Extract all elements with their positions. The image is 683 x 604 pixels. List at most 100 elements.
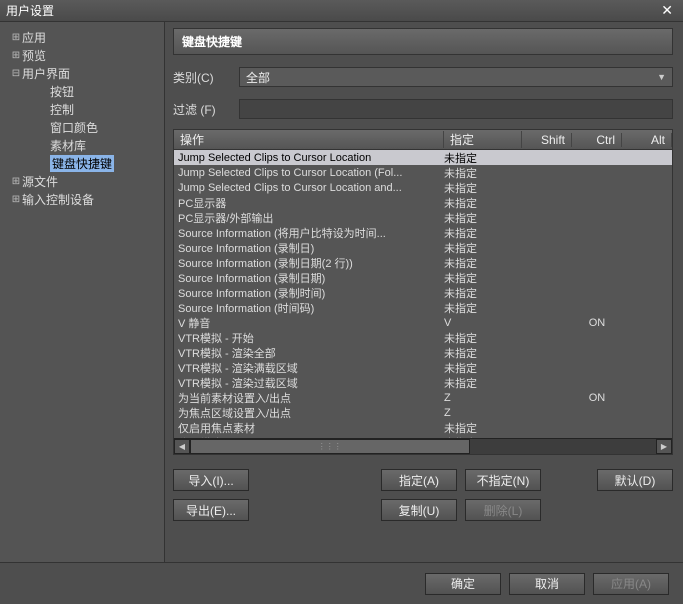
table-row[interactable]: VTR模拟 - 渲染全部未指定 (174, 345, 672, 360)
cell-operation: VTR模拟 - 渲染全部 (178, 345, 444, 361)
ok-button[interactable]: 确定 (425, 573, 501, 595)
cell-assign: 未指定 (444, 360, 522, 376)
cell-operation: Source Information (录制日期(2 行)) (178, 255, 444, 271)
cell-assign: 未指定 (444, 150, 522, 166)
table-row[interactable]: 为当前素材设置入/出点Z ON (174, 390, 672, 405)
th-operation[interactable]: 操作 (174, 131, 444, 148)
th-ctrl[interactable]: Ctrl (572, 133, 622, 147)
tree-item[interactable]: ⊟用户界面 (6, 64, 164, 82)
table-row[interactable]: Source Information (将用户比特设为时间...未指定 (174, 225, 672, 240)
scroll-right-icon[interactable]: ▶ (656, 439, 672, 454)
cell-assign: 未指定 (444, 225, 522, 241)
cell-operation: VTR模拟 - 渲染满载区域 (178, 360, 444, 376)
cell-assign: 未指定 (444, 165, 522, 181)
import-button[interactable]: 导入(I)... (173, 469, 249, 491)
table-row[interactable]: 仅启用焦点素材未指定 (174, 420, 672, 435)
tree-item[interactable]: ⊞预览 (6, 46, 164, 64)
cell-assign: Z (444, 407, 522, 419)
expand-icon[interactable]: ⊞ (10, 50, 22, 61)
category-dropdown[interactable]: 全部 ▼ (239, 67, 673, 87)
table-row[interactable]: Jump Selected Clips to Cursor Location a… (174, 180, 672, 195)
cell-assign: 未指定 (444, 300, 522, 316)
tree-item-label: 按钮 (50, 83, 74, 100)
delete-button: 删除(L) (465, 499, 541, 521)
tree-item[interactable]: 素材库 (6, 136, 164, 154)
table-row[interactable]: VTR模拟 - 渲染过载区域未指定 (174, 375, 672, 390)
cell-operation: 为当前素材设置入/出点 (178, 390, 444, 406)
cell-assign: 未指定 (444, 330, 522, 346)
tree-item[interactable]: ⊞源文件 (6, 172, 164, 190)
scroll-left-icon[interactable]: ◀ (174, 439, 190, 454)
horizontal-scrollbar[interactable]: ◀ ⋮⋮⋮ ▶ (174, 438, 672, 454)
tree-item-label: 应用 (22, 29, 46, 46)
cell-operation: Source Information (录制日期) (178, 270, 444, 286)
apply-button: 应用(A) (593, 573, 669, 595)
tree-item[interactable]: 按钮 (6, 82, 164, 100)
cell-assign: 未指定 (444, 180, 522, 196)
expand-icon[interactable]: ⊟ (10, 68, 22, 79)
scroll-thumb[interactable]: ⋮⋮⋮ (190, 439, 470, 454)
tree-item-label: 预览 (22, 47, 46, 64)
table-body[interactable]: Jump Selected Clips to Cursor Location未指… (174, 150, 672, 438)
tree-item[interactable]: ⊞应用 (6, 28, 164, 46)
cell-ctrl: ON (572, 317, 622, 329)
assign-button[interactable]: 指定(A) (381, 469, 457, 491)
table-row[interactable]: Source Information (录制时间)未指定 (174, 285, 672, 300)
table-row[interactable]: 为焦点区域设置入/出点Z (174, 405, 672, 420)
tree-item[interactable]: ⊞输入控制设备 (6, 190, 164, 208)
cell-operation: 为焦点区域设置入/出点 (178, 405, 444, 421)
cell-operation: Source Information (时间码) (178, 300, 444, 316)
table-row[interactable]: V 静音V ON (174, 315, 672, 330)
cell-assign: 未指定 (444, 270, 522, 286)
cell-assign: 未指定 (444, 195, 522, 211)
cell-assign: Z (444, 392, 522, 404)
tree-item[interactable]: 控制 (6, 100, 164, 118)
cell-assign: 未指定 (444, 345, 522, 361)
cell-operation: V 静音 (178, 315, 444, 331)
th-shift[interactable]: Shift (522, 133, 572, 147)
table-row[interactable]: Source Information (录制日期(2 行))未指定 (174, 255, 672, 270)
table-row[interactable]: PC显示器未指定 (174, 195, 672, 210)
cell-ctrl: ON (572, 392, 622, 404)
table-header: 操作 指定 Shift Ctrl Alt (174, 130, 672, 150)
table-row[interactable]: Source Information (录制日期)未指定 (174, 270, 672, 285)
th-alt[interactable]: Alt (622, 133, 672, 147)
table-row[interactable]: Jump Selected Clips to Cursor Location (… (174, 165, 672, 180)
table-row[interactable]: Source Information (录制日)未指定 (174, 240, 672, 255)
tree-item-label: 用户界面 (22, 65, 70, 82)
category-label: 类别(C) (173, 69, 231, 86)
cell-assign: 未指定 (444, 210, 522, 226)
cell-operation: Jump Selected Clips to Cursor Location (… (178, 167, 444, 179)
tree-item[interactable]: 键盘快捷键 (6, 154, 164, 172)
cancel-button[interactable]: 取消 (509, 573, 585, 595)
table-row[interactable]: Source Information (时间码)未指定 (174, 300, 672, 315)
chevron-down-icon: ▼ (657, 72, 666, 82)
cell-operation: Source Information (录制日) (178, 240, 444, 256)
expand-icon[interactable]: ⊞ (10, 176, 22, 187)
close-icon[interactable]: ✕ (657, 2, 677, 19)
table-row[interactable]: VTR模拟 - 开始未指定 (174, 330, 672, 345)
table-row[interactable]: Jump Selected Clips to Cursor Location未指… (174, 150, 672, 165)
expand-icon[interactable]: ⊞ (10, 194, 22, 205)
export-button[interactable]: 导出(E)... (173, 499, 249, 521)
cell-assign: 未指定 (444, 285, 522, 301)
panel-title: 键盘快捷键 (173, 28, 673, 55)
content-panel: 键盘快捷键 类别(C) 全部 ▼ 过滤 (F) 操作 指定 Shift Ctrl… (165, 22, 683, 562)
filter-input[interactable] (239, 99, 673, 119)
scroll-track[interactable]: ⋮⋮⋮ (190, 439, 656, 454)
expand-icon[interactable]: ⊞ (10, 32, 22, 43)
dialog-footer: 确定 取消 应用(A) (0, 562, 683, 604)
tree-item[interactable]: 窗口颜色 (6, 118, 164, 136)
table-row[interactable]: PC显示器/外部输出未指定 (174, 210, 672, 225)
category-value: 全部 (246, 69, 270, 86)
copy-button[interactable]: 复制(U) (381, 499, 457, 521)
cell-operation: VTR模拟 - 开始 (178, 330, 444, 346)
cell-assign: 未指定 (444, 255, 522, 271)
tree-item-label: 源文件 (22, 173, 58, 190)
table-row[interactable]: VTR模拟 - 渲染满载区域未指定 (174, 360, 672, 375)
cell-operation: PC显示器/外部输出 (178, 210, 444, 226)
th-assign[interactable]: 指定 (444, 131, 522, 148)
default-button[interactable]: 默认(D) (597, 469, 673, 491)
cell-assign: V (444, 317, 522, 329)
unassign-button[interactable]: 不指定(N) (465, 469, 541, 491)
